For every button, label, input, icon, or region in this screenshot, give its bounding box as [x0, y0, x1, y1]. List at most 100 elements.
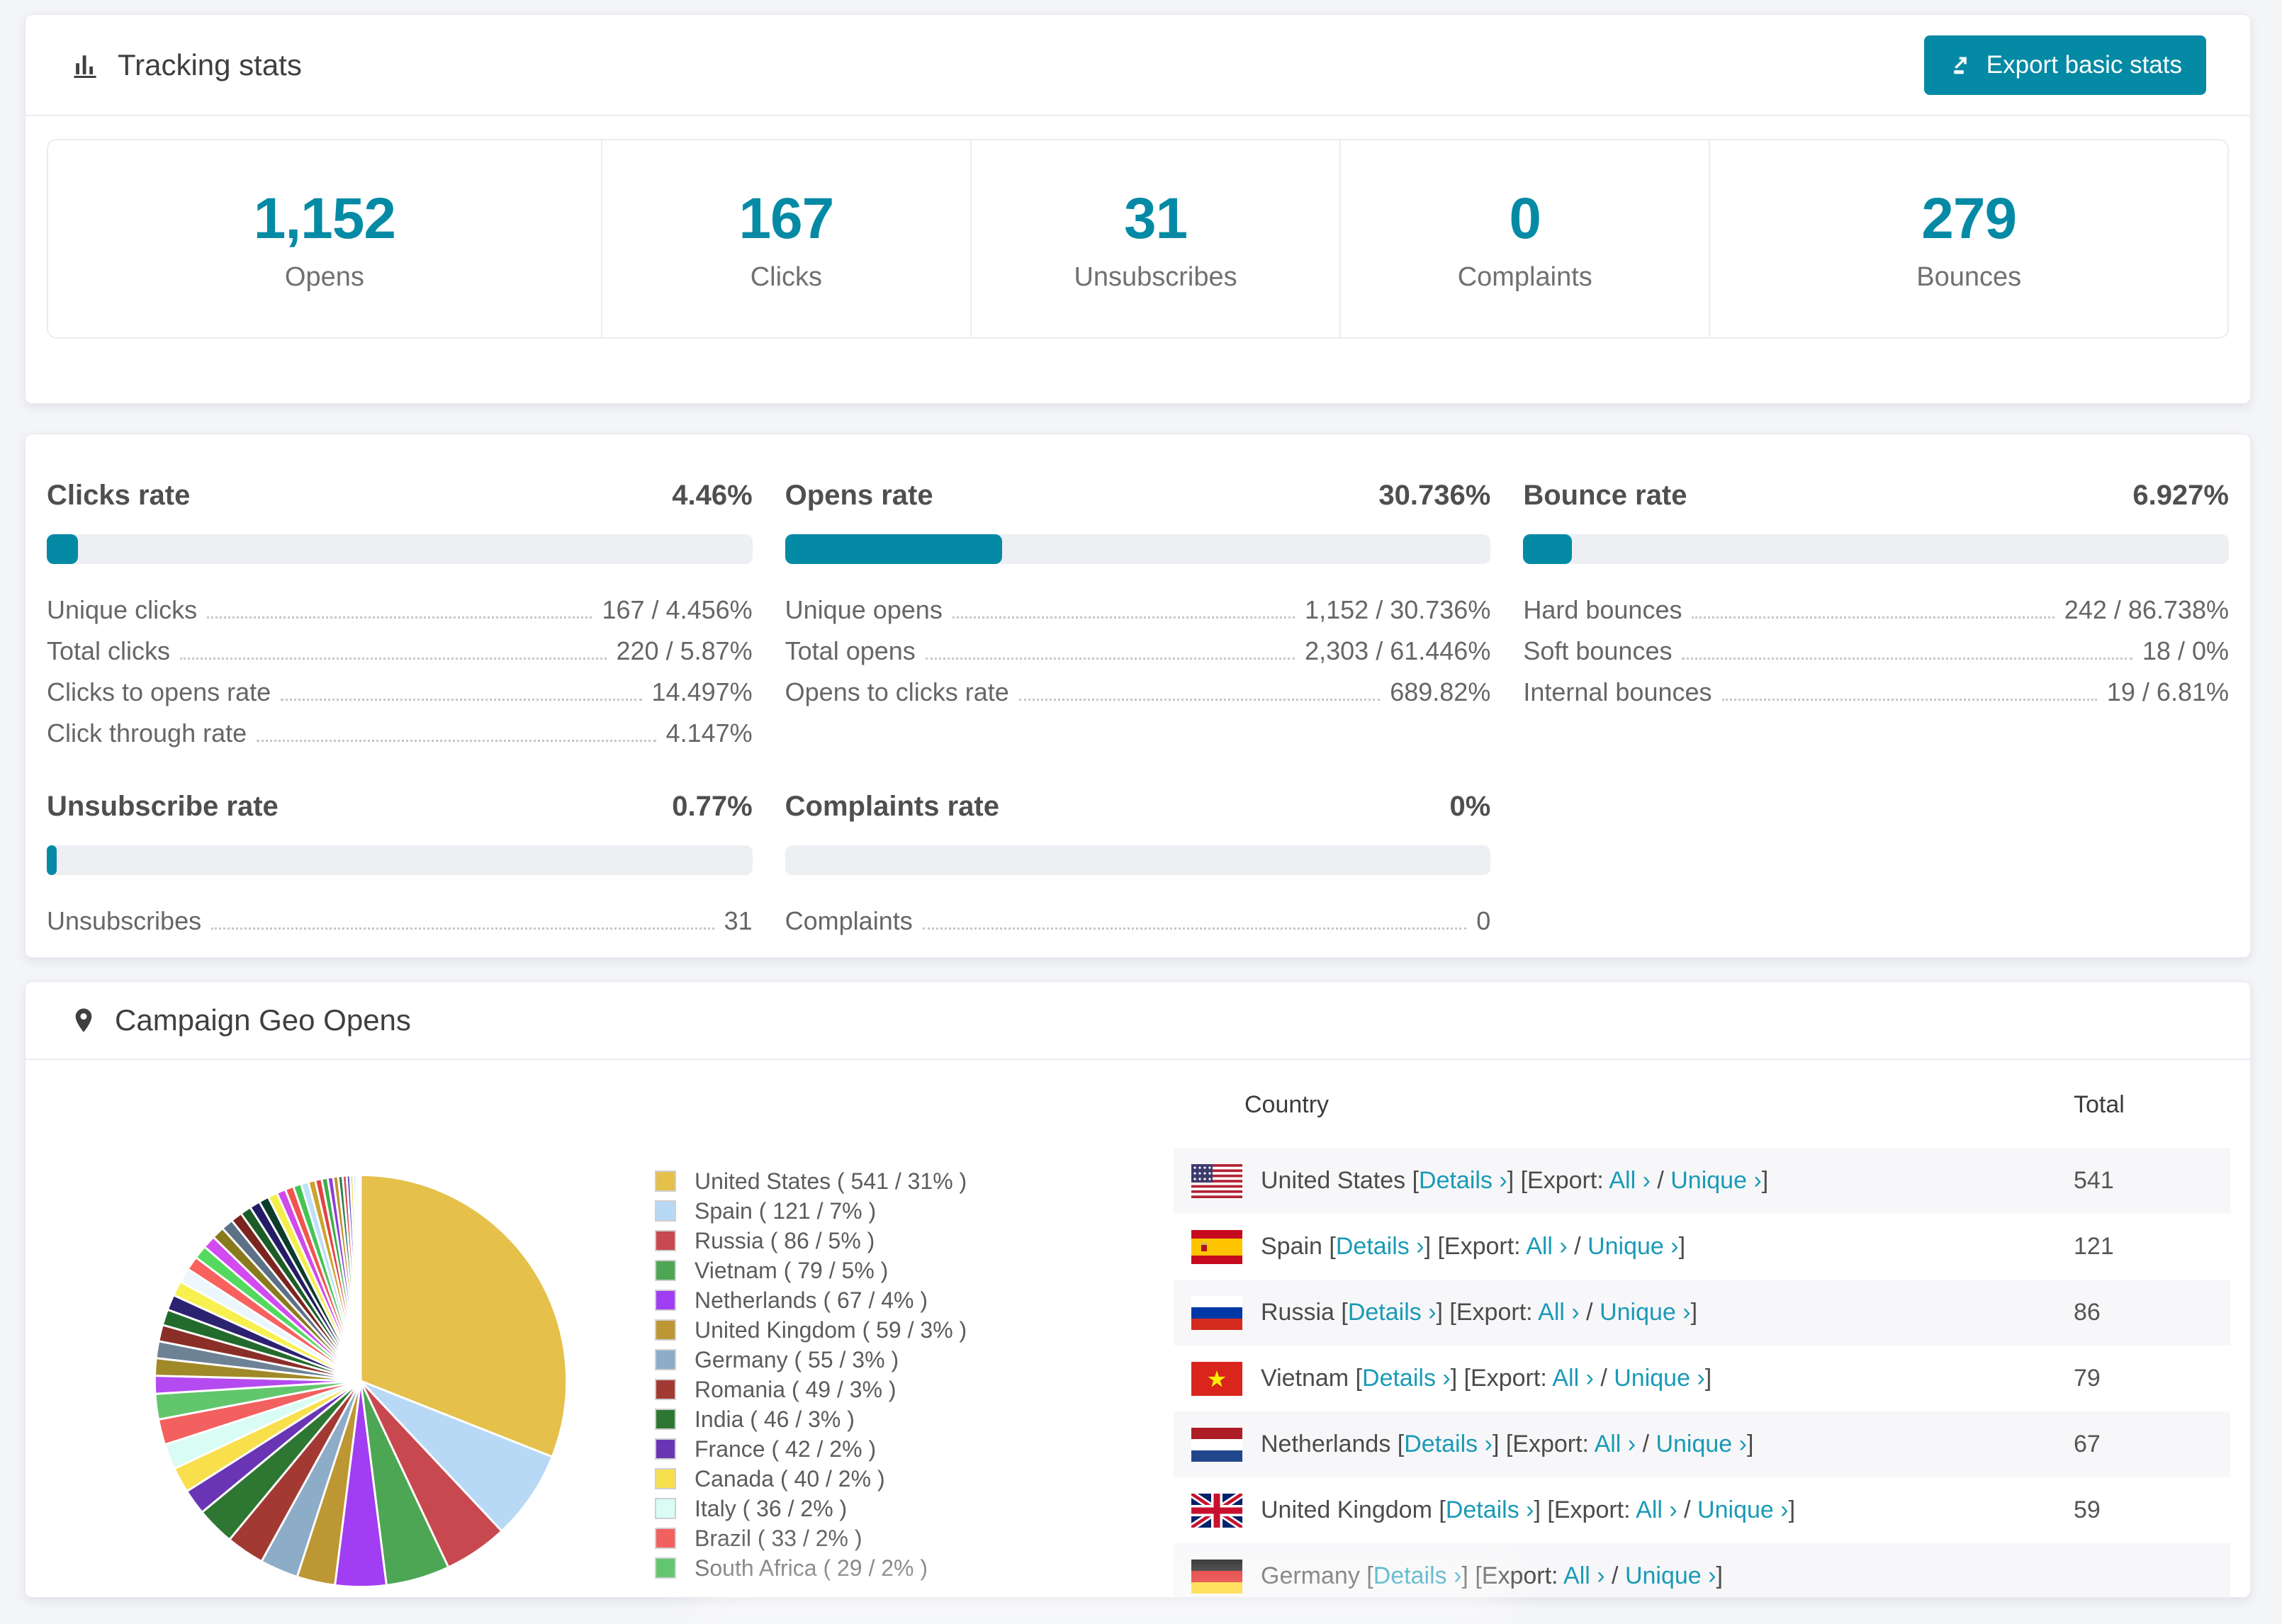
rate-row-label: Total opens: [785, 636, 916, 665]
column-header-total: Total: [2074, 1090, 2125, 1118]
rate-value: 30.736%: [1378, 480, 1491, 511]
rate-rows: Complaints 0: [785, 895, 1491, 936]
stats-summary-strip: 1,152 Opens 167 Clicks 31 Unsubscribes 0 Compla…: [47, 139, 2229, 339]
legend-color-swatch: [655, 1409, 676, 1430]
rate-value: 0%: [1449, 791, 1491, 822]
progress-fill: [47, 845, 57, 875]
complaints-rate-block: Complaints rate 0% Complaints 0: [785, 791, 1491, 936]
export-unique-link[interactable]: Unique ›: [1670, 1167, 1762, 1194]
export-unique-link[interactable]: Unique ›: [1600, 1299, 1691, 1326]
legend-item-canada: Canada ( 40 / 2% ): [655, 1464, 967, 1494]
legend-item-italy: Italy ( 36 / 2% ): [655, 1494, 967, 1523]
geo-row-united-kingdom: United Kingdom [Details ›] [Export: All …: [1174, 1477, 2230, 1543]
flag-ru-icon: [1191, 1295, 1242, 1330]
rate-header: Unsubscribe rate 0.77%: [47, 791, 753, 822]
dotted-leader: [922, 927, 1467, 930]
stat-bounces: 279 Bounces: [1710, 140, 2227, 337]
rate-rows: Hard bounces 242 / 86.738% Soft bounces 18 …: [1523, 584, 2229, 707]
tracking-stats-header: Tracking stats Export basic stats: [26, 15, 2250, 116]
stat-label: Bounces: [1916, 261, 2022, 292]
rate-row-label: Internal bounces: [1523, 677, 1712, 706]
legend-item-romania: Romania ( 49 / 3% ): [655, 1375, 967, 1404]
export-unique-link[interactable]: Unique ›: [1697, 1496, 1789, 1523]
export-unique-link[interactable]: Unique ›: [1587, 1233, 1679, 1260]
pie-legend: United States ( 541 / 31% ) Spain ( 121 /…: [655, 1166, 967, 1583]
export-all-link[interactable]: All ›: [1526, 1233, 1568, 1260]
rate-row-opens-to-clicks-rate: Opens to clicks rate 689.82%: [785, 666, 1491, 707]
rate-title: Opens rate: [785, 480, 933, 511]
opens-rate-block: Opens rate 30.736% Unique opens 1,152 / 30.…: [785, 480, 1491, 748]
legend-item-south-africa: South Africa ( 29 / 2% ): [655, 1553, 967, 1583]
geo-row-text: Vietnam [Details ›] [Export: All › / Uni…: [1261, 1365, 1712, 1392]
stat-value: 167: [738, 186, 834, 251]
section-title: Campaign Geo Opens: [115, 1003, 411, 1037]
dotted-leader: [1721, 699, 2097, 701]
flag-nl-icon: [1191, 1427, 1242, 1462]
legend-item-france: France ( 42 / 2% ): [655, 1434, 967, 1464]
legend-item-united-kingdom: United Kingdom ( 59 / 3% ): [655, 1315, 967, 1345]
rate-row-label: Hard bounces: [1523, 595, 1682, 624]
tracking-stats-title: Tracking stats: [69, 48, 302, 82]
rate-row-value: 167 / 4.456%: [602, 595, 753, 624]
legend-label: Russia ( 86 / 5% ): [695, 1227, 875, 1253]
flag-es-icon: [1191, 1229, 1242, 1264]
export-all-link[interactable]: All ›: [1595, 1431, 1636, 1457]
export-basic-stats-button[interactable]: Export basic stats: [1923, 35, 2206, 95]
stat-label: Unsubscribes: [1074, 261, 1237, 292]
legend-item-germany: Germany ( 55 / 3% ): [655, 1345, 967, 1375]
legend-color-swatch: [655, 1171, 676, 1192]
details-link[interactable]: Details ›: [1404, 1431, 1493, 1457]
details-link[interactable]: Details ›: [1419, 1167, 1507, 1194]
details-link[interactable]: Details ›: [1336, 1233, 1424, 1260]
rate-row-value: 1,152 / 30.736%: [1305, 595, 1491, 624]
export-all-link[interactable]: All ›: [1563, 1562, 1605, 1589]
geo-row-germany: Germany [Details ›] [Export: All › / Uni…: [1174, 1543, 2230, 1597]
legend-item-russia: Russia ( 86 / 5% ): [655, 1226, 967, 1256]
rate-header: Bounce rate 6.927%: [1523, 480, 2229, 511]
rate-row-value: 18 / 0%: [2142, 636, 2229, 665]
dotted-leader: [925, 658, 1295, 660]
details-link[interactable]: Details ›: [1362, 1365, 1451, 1392]
clicks-rate-block: Clicks rate 4.46% Unique clicks 167 / 4.456…: [47, 480, 753, 748]
export-all-link[interactable]: All ›: [1552, 1365, 1594, 1392]
details-link[interactable]: Details ›: [1373, 1562, 1462, 1589]
progress-fill: [47, 534, 79, 564]
legend-color-swatch: [655, 1528, 676, 1549]
rate-row-value: 4.147%: [665, 718, 753, 748]
rate-value: 6.927%: [2132, 480, 2229, 511]
stat-opens: 1,152 Opens: [48, 140, 602, 337]
legend-label: Vietnam ( 79 / 5% ): [695, 1257, 889, 1283]
geo-row-total: 59: [2074, 1496, 2101, 1523]
rate-row-label: Soft bounces: [1523, 636, 1673, 665]
rate-row-internal-bounces: Internal bounces 19 / 6.81%: [1523, 666, 2229, 707]
details-link[interactable]: Details ›: [1446, 1496, 1534, 1523]
export-unique-link[interactable]: Unique ›: [1614, 1365, 1705, 1392]
dotted-leader: [952, 616, 1295, 619]
details-link[interactable]: Details ›: [1348, 1299, 1437, 1326]
rate-row-label: Unsubscribes: [47, 906, 202, 935]
export-unique-link[interactable]: Unique ›: [1656, 1431, 1747, 1457]
rate-row-value: 2,303 / 61.446%: [1305, 636, 1491, 665]
progress-fill: [785, 534, 1002, 564]
rates-grid: Clicks rate 4.46% Unique clicks 167 / 4.456…: [26, 434, 2250, 936]
progress-bar: [47, 845, 753, 875]
geo-row-text: Germany [Details ›] [Export: All › / Uni…: [1261, 1562, 1723, 1589]
rate-title: Clicks rate: [47, 480, 191, 511]
rate-row-complaints: Complaints 0: [785, 895, 1491, 936]
export-icon: [1954, 56, 1967, 74]
stat-value: 31: [1123, 186, 1188, 251]
legend-label: Spain ( 121 / 7% ): [695, 1197, 877, 1224]
rate-row-soft-bounces: Soft bounces 18 / 0%: [1523, 625, 2229, 666]
export-all-link[interactable]: All ›: [1609, 1167, 1651, 1194]
geo-row-text: Russia [Details ›] [Export: All › / Uniq…: [1261, 1299, 1698, 1326]
export-all-link[interactable]: All ›: [1636, 1496, 1677, 1523]
export-unique-link[interactable]: Unique ›: [1625, 1562, 1716, 1589]
stat-value: 0: [1509, 186, 1541, 251]
export-all-link[interactable]: All ›: [1538, 1299, 1580, 1326]
tracking-stats-card: Tracking stats Export basic stats 1,152 O…: [25, 14, 2251, 404]
rate-rows: Unique opens 1,152 / 30.736% Total opens 2,…: [785, 584, 1491, 707]
dotted-leader: [1692, 616, 2055, 619]
geo-row-text: Spain [Details ›] [Export: All › / Uniqu…: [1261, 1233, 1686, 1260]
rate-header: Clicks rate 4.46%: [47, 480, 753, 511]
bar-chart-icon: [74, 55, 96, 78]
